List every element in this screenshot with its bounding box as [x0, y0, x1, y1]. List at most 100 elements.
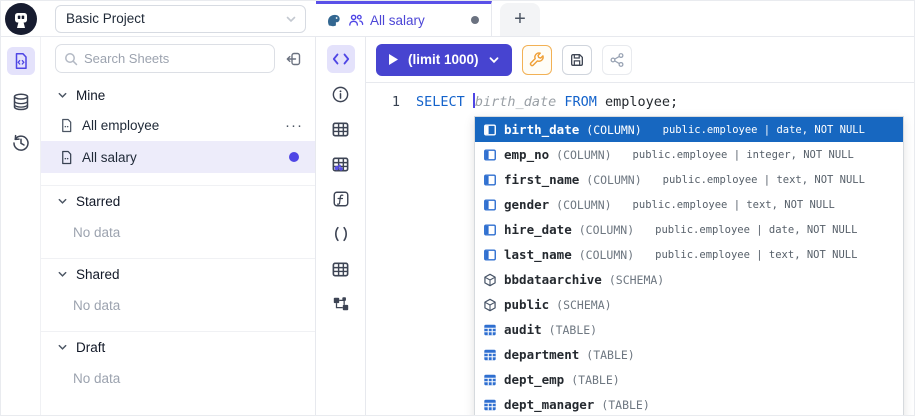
tool-item-schema-flow[interactable] [327, 290, 355, 318]
item-name: dept_manager [504, 397, 594, 412]
item-detail: public.employee | integer, NOT NULL [633, 149, 854, 161]
autocomplete-item[interactable]: birth_date (COLUMN) public.employee | da… [475, 117, 903, 142]
section-starred-header[interactable]: Starred [41, 186, 315, 215]
postgres-icon [326, 12, 342, 28]
search-input[interactable] [84, 51, 266, 66]
users-icon [348, 12, 364, 28]
code-content: SELECT birth_date FROM employee; [416, 92, 678, 112]
tool-item-snippets[interactable] [327, 220, 355, 248]
tool-item-saved-tables[interactable] [327, 150, 355, 178]
chevron-down-icon [285, 13, 297, 25]
column-icon [483, 123, 497, 137]
item-kind: (COLUMN) [586, 123, 641, 137]
item-detail: public.employee | text, NOT NULL [633, 199, 835, 211]
tab-bar: All salary + [316, 1, 914, 36]
item-name: public [504, 297, 549, 312]
editor-toolbar: (limit 1000) [366, 37, 914, 83]
rail-item-history[interactable] [7, 129, 35, 157]
search-row [41, 37, 315, 80]
sheet-item-all-salary[interactable]: All salary [41, 141, 315, 173]
section-label: Shared [76, 267, 120, 282]
play-icon [388, 53, 399, 66]
schema-icon [483, 298, 497, 312]
share-icon [609, 52, 625, 68]
share-button[interactable] [602, 45, 632, 75]
item-kind: (TABLE) [549, 323, 597, 337]
autocomplete-item[interactable]: department (TABLE) [475, 342, 903, 367]
save-button[interactable] [562, 45, 592, 75]
autocomplete-item[interactable]: bbdataarchive (SCHEMA) [475, 267, 903, 292]
tool-item-editor[interactable] [327, 45, 355, 73]
rail-item-database[interactable] [7, 88, 35, 116]
autocomplete-item[interactable]: hire_date (COLUMN) public.employee | dat… [475, 217, 903, 242]
project-selector-cell: Basic Project [41, 1, 316, 36]
new-tab-button[interactable]: + [500, 3, 540, 36]
table-icon [483, 323, 497, 337]
format-wrench-icon [528, 51, 545, 68]
autocomplete-item[interactable]: audit (TABLE) [475, 317, 903, 342]
item-name: last_name [504, 247, 572, 262]
section-label: Mine [76, 88, 105, 103]
format-query-button[interactable] [522, 45, 552, 75]
project-selector[interactable]: Basic Project [55, 5, 306, 33]
search-box[interactable] [55, 44, 275, 73]
sql-workspace-app: Basic Project All salary [0, 0, 915, 416]
autocomplete-popup: birth_date (COLUMN) public.employee | da… [474, 116, 904, 416]
app-logo[interactable] [5, 3, 37, 35]
parentheses-icon [332, 225, 350, 243]
item-detail: public.employee | date, NOT NULL [663, 124, 865, 136]
section-mine-header[interactable]: Mine [41, 80, 315, 109]
run-query-button[interactable]: (limit 1000) [376, 44, 512, 76]
sql-editor[interactable]: 1 SELECT birth_date FROM employee; birth… [366, 83, 914, 416]
sheet-item-all-employee[interactable]: All employee ··· [41, 109, 315, 141]
code-icon [332, 52, 350, 66]
chevron-down-icon[interactable] [488, 54, 500, 66]
tab-all-salary[interactable]: All salary [316, 1, 492, 36]
left-rail [1, 37, 41, 416]
project-name: Basic Project [66, 11, 145, 26]
empty-state-text: No data [41, 215, 315, 254]
more-actions-icon[interactable]: ··· [285, 117, 303, 134]
line-number: 1 [366, 92, 400, 112]
autocomplete-item[interactable]: gender (COLUMN) public.employee | text, … [475, 192, 903, 217]
rail-item-sheets[interactable] [7, 47, 35, 75]
history-icon [11, 133, 31, 153]
item-name: gender [504, 197, 549, 212]
body-row: Mine All employee ··· All salary [1, 37, 914, 416]
tool-rail [316, 37, 366, 416]
sheet-item-label: All salary [82, 150, 281, 165]
item-kind: (TABLE) [586, 348, 634, 362]
sql-keyword: SELECT [416, 94, 465, 110]
schema-flow-icon [332, 295, 350, 313]
column-icon [483, 198, 497, 212]
tool-item-tables[interactable] [327, 115, 355, 143]
collapse-sidebar-button[interactable] [283, 48, 305, 70]
section-shared-header[interactable]: Shared [41, 259, 315, 288]
autocomplete-item[interactable]: dept_manager (TABLE) [475, 392, 903, 416]
autocomplete-item[interactable]: public (SCHEMA) [475, 292, 903, 317]
ghost-suggestion: birth_date [475, 94, 556, 110]
item-detail: public.employee | text, NOT NULL [655, 249, 857, 261]
autocomplete-item[interactable]: dept_emp (TABLE) [475, 367, 903, 392]
empty-state-text: No data [41, 288, 315, 327]
chevron-down-icon [57, 269, 68, 280]
tool-item-functions[interactable] [327, 185, 355, 213]
tool-item-info[interactable] [327, 80, 355, 108]
autocomplete-item[interactable]: first_name (COLUMN) public.employee | te… [475, 167, 903, 192]
main-panel: (limit 1000) [366, 37, 914, 416]
chevron-down-icon [57, 90, 68, 101]
section-starred: Starred No data [41, 186, 315, 259]
autocomplete-item[interactable]: last_name (COLUMN) public.employee | tex… [475, 242, 903, 267]
schema-icon [483, 273, 497, 287]
top-bar: Basic Project All salary [1, 1, 914, 37]
sheet-icon [59, 118, 74, 133]
tool-item-results[interactable] [327, 255, 355, 283]
item-name: birth_date [504, 122, 579, 137]
chevron-down-icon [57, 342, 68, 353]
sheets-sidebar: Mine All employee ··· All salary [41, 37, 316, 416]
autocomplete-item[interactable]: emp_no (COLUMN) public.employee | intege… [475, 142, 903, 167]
section-draft-header[interactable]: Draft [41, 332, 315, 361]
section-label: Starred [76, 194, 120, 209]
sheet-icon [59, 150, 74, 165]
item-kind: (COLUMN) [579, 248, 634, 262]
